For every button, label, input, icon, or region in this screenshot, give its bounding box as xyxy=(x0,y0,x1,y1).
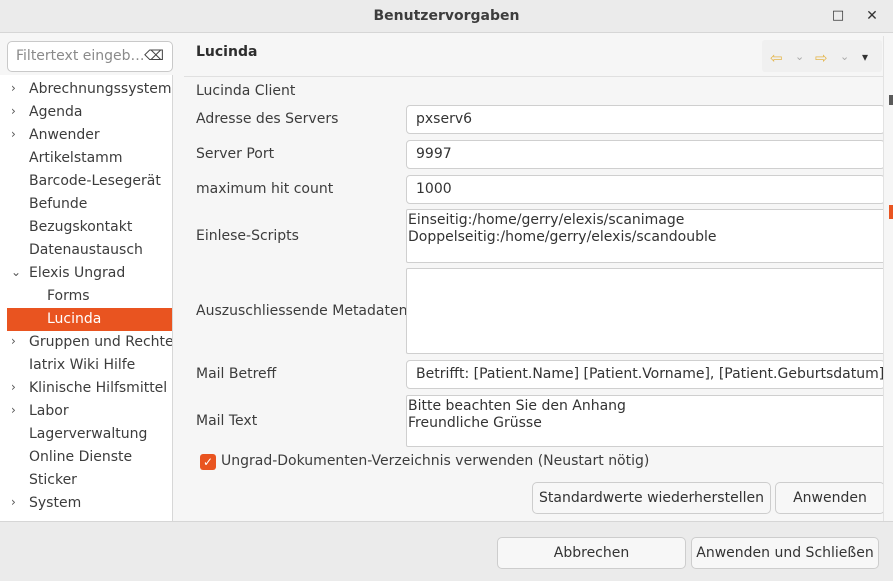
chevron-right-icon[interactable]: › xyxy=(11,380,23,394)
scan-script-line: Einseitig:/home/gerry/elexis/scanimage xyxy=(408,212,685,228)
tree-item[interactable]: › Agenda xyxy=(7,101,172,124)
cancel-button[interactable]: Abbrechen xyxy=(497,537,686,569)
clear-filter-icon[interactable]: ⌫ xyxy=(144,48,164,64)
tree-item-label: Artikelstamm xyxy=(29,150,123,166)
tree-item-label: Befunde xyxy=(29,196,88,212)
chevron-right-icon[interactable]: › xyxy=(11,495,23,509)
tree-item[interactable]: › Gruppen und Rechte xyxy=(7,331,173,354)
section-label: Lucinda Client xyxy=(196,83,296,99)
excluded-metadata-textarea[interactable] xyxy=(406,268,885,354)
server-port-input[interactable]: 9997 xyxy=(406,140,885,169)
server-address-input[interactable]: pxserv6 xyxy=(406,105,885,134)
tree-item-label: Datenaustausch xyxy=(29,242,143,258)
tree-item[interactable]: Lucinda xyxy=(7,308,172,331)
tree-item-label: Gruppen und Rechte xyxy=(29,334,173,350)
mail-text-textarea[interactable]: Bitte beachten Sie den Anhang Freundlich… xyxy=(406,395,885,447)
close-button[interactable]: ✕ xyxy=(862,6,882,26)
tree-item[interactable]: › System xyxy=(7,492,172,515)
scan-scripts-textarea[interactable]: Einseitig:/home/gerry/elexis/scanimage D… xyxy=(406,209,885,263)
tree-item-label: Bezugskontakt xyxy=(29,219,133,235)
tree-item-label: Elexis Ungrad xyxy=(29,265,126,281)
tree-item[interactable]: › Abrechnungssysteme xyxy=(7,78,173,101)
mail-text-line: Freundliche Grüsse xyxy=(408,415,542,431)
tree-item[interactable]: Lagerverwaltung xyxy=(7,423,172,446)
tree-item[interactable]: Barcode-Lesegerät xyxy=(7,170,172,193)
tree-item-label: Abrechnungssysteme xyxy=(29,81,173,97)
view-menu-icon[interactable]: ▾ xyxy=(862,50,868,64)
tree-item[interactable]: Iatrix Wiki Hilfe xyxy=(7,354,172,377)
tree-item[interactable]: Befunde xyxy=(7,193,172,216)
tree-item-label: Lucinda xyxy=(47,311,102,327)
tree-item[interactable]: Bezugskontakt xyxy=(7,216,172,239)
chevron-down-icon[interactable]: ⌄ xyxy=(11,265,23,279)
mail-text-line: Bitte beachten Sie den Anhang xyxy=(408,398,626,414)
tree-item-label: Online Dienste xyxy=(29,449,133,465)
restore-defaults-button[interactable]: Standardwerte wiederherstellen xyxy=(532,482,771,514)
apply-and-close-button[interactable]: Anwenden und Schließen xyxy=(691,537,879,569)
dialog-footer: Abbrechen Anwenden und Schließen xyxy=(0,521,893,581)
tree-item[interactable]: ⌄ Elexis Ungrad xyxy=(7,262,172,285)
max-hit-count-input[interactable]: 1000 xyxy=(406,175,885,204)
tree-item-label: Anwender xyxy=(29,127,100,143)
tree-item-label: Lagerverwaltung xyxy=(29,426,148,442)
window-title: Benutzervorgaben xyxy=(373,8,520,24)
mail-text-label: Mail Text xyxy=(196,413,258,429)
tree-item[interactable]: › Labor xyxy=(7,400,172,423)
tree-item[interactable]: › Anwender xyxy=(7,124,172,147)
chevron-right-icon[interactable]: › xyxy=(11,334,23,348)
forward-arrow-icon[interactable]: ⇨ xyxy=(815,49,828,67)
tree-item-label: Forms xyxy=(47,288,90,304)
excluded-metadata-label: Auszuschliessende Metadaten xyxy=(196,303,408,319)
title-bar: Benutzervorgaben □ ✕ xyxy=(0,0,893,33)
scan-scripts-label: Einlese-Scripts xyxy=(196,228,299,244)
tree-item-label: Labor xyxy=(29,403,69,419)
chevron-right-icon[interactable]: › xyxy=(11,81,23,95)
tree-item[interactable]: Artikelstamm xyxy=(7,147,172,170)
preference-tree[interactable]: › Abrechnungssysteme › Agenda › Anwender Artik… xyxy=(0,75,173,521)
chevron-right-icon[interactable]: › xyxy=(11,403,23,417)
tree-item-label: Sticker xyxy=(29,472,77,488)
tree-item[interactable]: Online Dienste xyxy=(7,446,172,469)
edge-indicator xyxy=(889,205,893,219)
filter-box[interactable]: ⌫ xyxy=(7,41,173,72)
tree-item[interactable]: Sticker xyxy=(7,469,172,492)
tree-item[interactable]: Datenaustausch xyxy=(7,239,172,262)
back-history-chevron-icon[interactable]: ⌄ xyxy=(795,50,804,63)
tree-item-label: Agenda xyxy=(29,104,83,120)
filter-input[interactable] xyxy=(16,48,146,64)
tree-item-label: Iatrix Wiki Hilfe xyxy=(29,357,136,373)
scan-script-line: Doppelseitig:/home/gerry/elexis/scandoub… xyxy=(408,229,717,245)
chevron-right-icon[interactable]: › xyxy=(11,127,23,141)
chevron-right-icon[interactable]: › xyxy=(11,104,23,118)
use-ungrad-dir-label[interactable]: Ungrad-Dokumenten-Verzeichnis verwenden … xyxy=(221,453,649,469)
mail-subject-input[interactable]: Betrifft: [Patient.Name] [Patient.Vornam… xyxy=(406,360,885,389)
tree-item[interactable]: › Klinische Hilfsmittel xyxy=(7,377,172,400)
tree-item-label: Barcode-Lesegerät xyxy=(29,173,161,189)
tree-item[interactable]: Forms xyxy=(7,285,172,308)
mail-subject-label: Mail Betreff xyxy=(196,366,277,382)
tree-item-label: System xyxy=(29,495,82,511)
header-divider xyxy=(184,76,883,77)
maximize-button[interactable]: □ xyxy=(828,6,848,26)
server-address-label: Adresse des Servers xyxy=(196,111,339,127)
scrollbar-edge[interactable] xyxy=(883,36,893,521)
edge-indicator xyxy=(889,95,893,105)
apply-button[interactable]: Anwenden xyxy=(775,482,885,514)
page-title: Lucinda xyxy=(196,44,258,60)
forward-history-chevron-icon[interactable]: ⌄ xyxy=(840,50,849,63)
tree-item-label: Klinische Hilfsmittel xyxy=(29,380,168,396)
server-port-label: Server Port xyxy=(196,146,275,162)
max-hit-count-label: maximum hit count xyxy=(196,181,334,197)
use-ungrad-dir-checkbox[interactable]: ✓ xyxy=(200,454,216,470)
back-arrow-icon[interactable]: ⇦ xyxy=(770,49,783,67)
